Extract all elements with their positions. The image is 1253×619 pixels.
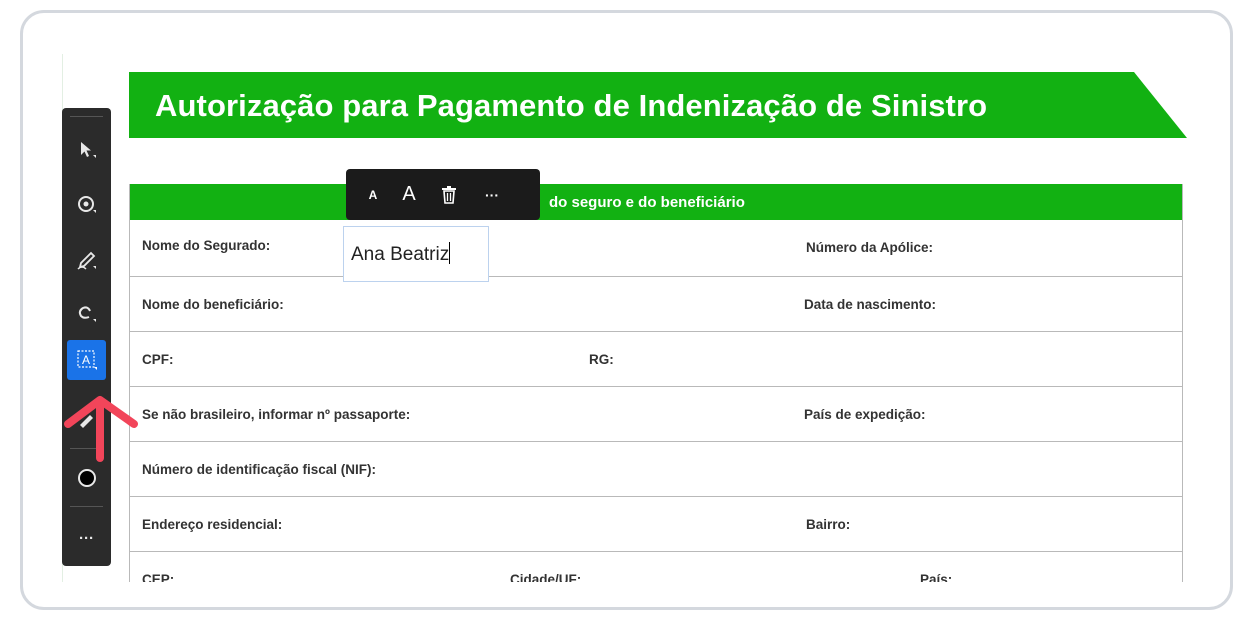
label-nif: Número de identificação fiscal (NIF): (142, 462, 377, 477)
toolbar-bottom-divider (70, 506, 103, 507)
increase-font-button[interactable]: A (392, 169, 426, 220)
form-row-endereco: Endereço residencial: Bairro: (130, 496, 1182, 551)
form-row-cpf: CPF: RG: (130, 331, 1182, 386)
color-swatch-icon (77, 469, 96, 487)
label-pais-expedicao: País de expedição: (804, 407, 926, 422)
trash-icon (442, 185, 456, 204)
text-box-tool[interactable]: A (67, 340, 106, 380)
label-bairro: Bairro: (806, 517, 851, 532)
form-row-nif: Número de identificação fiscal (NIF): (130, 441, 1182, 496)
color-picker[interactable] (67, 458, 106, 498)
lasso-icon (78, 306, 96, 322)
lasso-tool[interactable] (67, 294, 106, 334)
form-row-beneficiario: Nome do beneficiário: Data de nascimento… (130, 276, 1182, 331)
label-nome-segurado: Nome do Segurado: (142, 238, 271, 253)
more-options-button[interactable]: ··· (472, 169, 512, 220)
more-icon: ··· (79, 529, 94, 547)
label-cpf: CPF: (142, 352, 174, 367)
delete-button[interactable] (432, 169, 466, 220)
sign-tool[interactable] (67, 241, 106, 281)
annotate-tool[interactable] (67, 185, 106, 225)
text-annotation-field[interactable]: Ana Beatriz (343, 226, 489, 282)
select-arrow-icon (80, 142, 96, 158)
toolbar-top-divider (70, 116, 103, 117)
label-pais: País: (920, 572, 953, 582)
label-rg: RG: (589, 352, 614, 367)
label-endereco: Endereço residencial: (142, 517, 283, 532)
title-banner: Autorização para Pagamento de Indenizaçã… (129, 72, 1187, 138)
form-row-cep: CEP: Cidade/UF: País: (130, 551, 1182, 582)
label-data-nascimento: Data de nascimento: (804, 297, 937, 312)
annotation-arrow-icon (64, 396, 138, 462)
more-tools-button[interactable]: ··· (67, 518, 106, 558)
sign-pen-icon (76, 251, 96, 270)
label-numero-apolice: Número da Apólice: (806, 240, 934, 255)
text-cursor (449, 242, 451, 264)
text-field-value: Ana Beatriz (351, 244, 450, 265)
select-tool[interactable] (67, 130, 106, 170)
annotate-icon (77, 196, 96, 213)
form-row-passaporte: Se não brasileiro, informar nº passaport… (130, 386, 1182, 441)
form-row-segurado: Nome do Segurado: Número da Apólice: (130, 220, 1182, 276)
decrease-font-button[interactable]: A (360, 169, 386, 220)
text-box-icon: A (76, 350, 97, 370)
label-nome-beneficiario: Nome do beneficiário: (142, 297, 284, 312)
label-cep: CEP: (142, 572, 175, 582)
annotation-toolbar: A ··· (62, 108, 111, 566)
section-header: do seguro e do beneficiário (130, 184, 1182, 220)
section-title: do seguro e do beneficiário (549, 194, 745, 211)
pdf-document: Autorização para Pagamento de Indenizaçã… (62, 54, 1187, 582)
document-title: Autorização para Pagamento de Indenizaçã… (155, 88, 988, 123)
label-cidade-uf: Cidade/UF: (510, 572, 582, 582)
text-tool-glyph: A (81, 353, 89, 367)
label-passaporte: Se não brasileiro, informar nº passaport… (142, 407, 411, 422)
text-format-toolbar: A A ··· (346, 169, 540, 220)
form-table: do seguro e do beneficiário Nome do Segu… (129, 184, 1183, 582)
